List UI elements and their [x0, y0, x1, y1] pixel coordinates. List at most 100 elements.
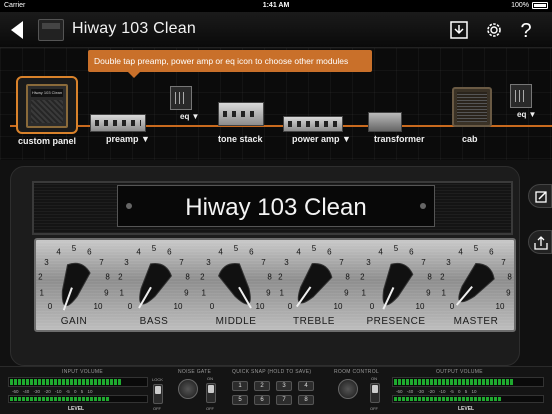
eq-label-2[interactable]: eq ▼ [517, 110, 536, 119]
knob-scale-number: 8 [507, 273, 512, 282]
knob-gain[interactable]: 0 1 2 3 4 5 6 7 8 9 10 [34, 240, 114, 320]
knob-scale-number: 3 [124, 258, 129, 267]
lock-off-label: OFF [153, 406, 161, 411]
knob-middle[interactable]: 0 1 2 3 4 5 6 7 8 9 10 [196, 240, 276, 320]
knob-scale-number: 10 [334, 302, 343, 311]
knob-scale-number: 2 [38, 273, 43, 282]
knob-scale-number: 7 [339, 258, 344, 267]
knob-scale-number: 2 [200, 273, 205, 282]
quick-snap-button-6[interactable]: 6 [254, 395, 270, 405]
knob-scale-number: 10 [416, 302, 425, 311]
cab-module[interactable] [452, 87, 492, 127]
transformer-label: transformer [374, 134, 425, 144]
knob-pointer [382, 262, 414, 306]
knob-scale-number: 6 [249, 248, 254, 257]
bottom-control-strip: INPUT VOLUME -60 -40 -30 -20 -10 -5 0 5 … [0, 366, 552, 414]
knob-scale-number: 8 [105, 273, 110, 282]
quick-snap-label: QUICK SNAP (HOLD TO SAVE) [232, 369, 312, 375]
knob-scale-number: 1 [119, 289, 124, 298]
knob-scale-number: 2 [278, 273, 283, 282]
knob-scale-number: 7 [99, 258, 104, 267]
room-control-off-label: OFF [370, 406, 378, 411]
knob-master[interactable]: 0 1 2 3 4 5 6 7 8 9 10 [436, 240, 516, 320]
knob-label-master: MASTER [453, 316, 499, 327]
output-volume-meter[interactable] [392, 377, 544, 387]
custom-panel-module[interactable]: Hiway 103 Clean [16, 76, 78, 134]
custom-panel-label: custom panel [18, 136, 77, 146]
preset-thumbnail[interactable] [38, 19, 64, 41]
knob-pointer [139, 262, 172, 305]
knob-scale-number: 3 [446, 258, 451, 267]
eq-module-2[interactable] [510, 84, 532, 108]
eq-module-1[interactable] [170, 86, 192, 110]
gear-icon[interactable] [483, 19, 505, 41]
knob-scale-number: 8 [185, 273, 190, 282]
quick-snap-button-4[interactable]: 4 [298, 381, 314, 391]
knob-label-bass: BASS [139, 316, 169, 327]
noise-gate-label: NOISE GATE [178, 369, 212, 375]
knob-label-middle: MIDDLE [215, 316, 257, 327]
knob-scale-number: 6 [167, 248, 172, 257]
battery-indicator: 100% [511, 2, 548, 9]
knob-scale-number: 4 [378, 248, 383, 257]
knob-presence[interactable]: 0 1 2 3 4 5 6 7 8 9 10 [356, 240, 436, 320]
knob-bass[interactable]: 0 1 2 3 4 5 6 7 8 9 10 [114, 240, 194, 320]
noise-gate-knob[interactable] [178, 379, 198, 399]
quick-snap-button-1[interactable]: 1 [232, 381, 248, 391]
tone-stack-module[interactable] [218, 102, 264, 126]
eq-label-1[interactable]: eq ▼ [180, 112, 199, 121]
status-time: 1:41 AM [262, 2, 290, 9]
knob-treble[interactable]: 0 1 2 3 4 5 6 7 8 9 10 [274, 240, 354, 320]
edit-icon[interactable] [528, 184, 552, 208]
noise-gate-switch[interactable] [206, 383, 216, 403]
back-arrow-icon[interactable] [8, 20, 26, 40]
preamp-label[interactable]: preamp ▼ [106, 134, 150, 144]
quick-snap-button-7[interactable]: 7 [276, 395, 292, 405]
knob-label-gain: GAIN [60, 316, 88, 327]
noise-gate-on-label: ON [207, 376, 213, 381]
knob-scale-number: 10 [496, 302, 505, 311]
output-level-label: LEVEL [458, 406, 475, 412]
knob-scale-number: 7 [421, 258, 426, 267]
knob-scale-number: 5 [474, 244, 479, 253]
quick-snap-button-3[interactable]: 3 [276, 381, 292, 391]
status-bar: Carrier 1:41 AM 100% [0, 0, 552, 12]
input-volume-meter[interactable] [8, 377, 148, 387]
output-level-slider[interactable] [392, 395, 544, 403]
battery-icon [532, 2, 548, 9]
quick-snap-button-2[interactable]: 2 [254, 381, 270, 391]
knob-pointer [297, 263, 333, 304]
output-scale: -60 -40 -30 -20 -10 -5 0 5 10 [396, 389, 477, 394]
lock-switch[interactable] [153, 384, 163, 404]
knob-scale-number: 5 [312, 244, 317, 253]
room-control-knob[interactable] [338, 379, 358, 399]
knob-scale-number: 2 [440, 273, 445, 282]
power-amp-module[interactable] [283, 116, 343, 132]
knob-scale-number: 5 [234, 244, 239, 253]
knob-scale-number: 3 [366, 258, 371, 267]
knob-scale-number: 10 [256, 302, 265, 311]
mini-amp-icon: Hiway 103 Clean [26, 84, 68, 128]
knob-scale-number: 2 [118, 273, 123, 282]
share-icon[interactable] [528, 230, 552, 254]
knob-scale-number: 9 [184, 289, 189, 298]
knob-scale-number: 9 [344, 289, 349, 298]
download-icon[interactable] [448, 19, 470, 41]
preset-title[interactable]: Hiway 103 Clean [72, 20, 196, 38]
knob-scale-number: 5 [72, 244, 77, 253]
knob-scale-number: 9 [266, 289, 271, 298]
transformer-module[interactable] [368, 112, 402, 132]
input-volume-label: INPUT VOLUME [62, 369, 104, 375]
help-icon[interactable]: ? [515, 19, 537, 41]
knob-scale-number: 7 [179, 258, 184, 267]
room-control-on-label: ON [371, 376, 377, 381]
knob-scale-number: 4 [296, 248, 301, 257]
room-control-switch[interactable] [370, 383, 380, 403]
power-amp-label[interactable]: power amp ▼ [292, 134, 351, 144]
quick-snap-button-5[interactable]: 5 [232, 395, 248, 405]
preamp-module[interactable] [90, 114, 146, 132]
quick-snap-button-8[interactable]: 8 [298, 395, 314, 405]
knob-scale-number: 3 [284, 258, 289, 267]
input-level-slider[interactable] [8, 395, 148, 403]
knob-scale-number: 5 [394, 244, 399, 253]
